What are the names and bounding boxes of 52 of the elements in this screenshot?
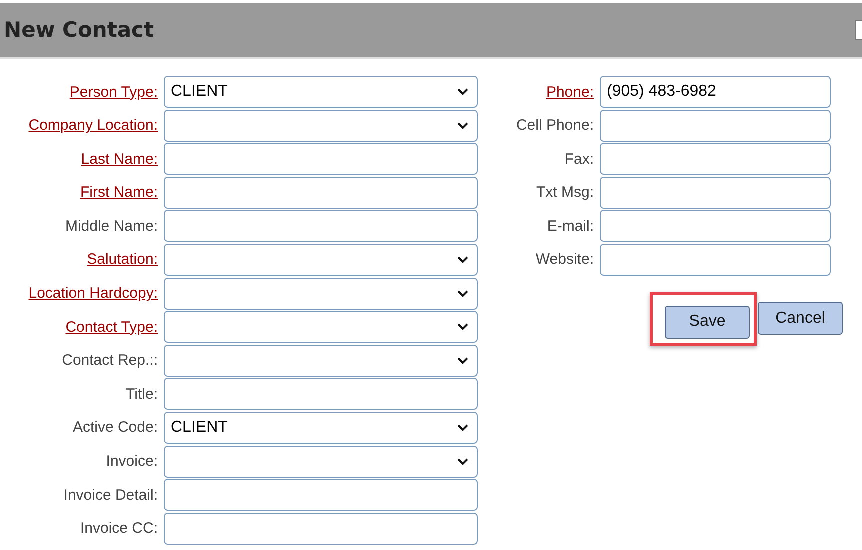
input-field[interactable] xyxy=(164,378,478,410)
field-label-link[interactable]: Location Hardcopy: xyxy=(0,285,158,302)
chevron-down-icon xyxy=(457,424,469,432)
field-label-link[interactable]: Contact Type: xyxy=(0,318,158,336)
field-label-link[interactable]: Last Name: xyxy=(0,150,158,168)
save-button[interactable]: Save xyxy=(665,306,750,339)
dropdown[interactable] xyxy=(164,311,478,344)
field-label-link[interactable]: Person Type: xyxy=(0,84,158,100)
chevron-down-icon xyxy=(457,323,469,332)
field-label-link[interactable]: Phone: xyxy=(478,84,594,100)
dropdown[interactable] xyxy=(164,244,478,276)
input-field[interactable] xyxy=(600,110,831,142)
field-label: Txt Msg: xyxy=(535,184,594,202)
field-label: Cell Phone: xyxy=(515,117,594,134)
checkbox[interactable] xyxy=(855,20,862,40)
field-label: Invoice CC: xyxy=(79,520,158,538)
input-field[interactable]: (905) 483-6982 xyxy=(600,76,831,108)
chevron-down-icon xyxy=(457,122,469,130)
input-field[interactable] xyxy=(164,210,478,242)
field-label: Invoice Detail: xyxy=(62,486,158,504)
dropdown[interactable] xyxy=(164,110,478,142)
input-field[interactable] xyxy=(164,479,478,512)
field-label: Website: xyxy=(534,251,594,268)
field-label: Title: xyxy=(125,386,158,403)
field-label: Invoice: xyxy=(105,453,158,470)
dropdown[interactable] xyxy=(164,344,478,377)
chevron-down-icon xyxy=(457,88,469,96)
field-label-link[interactable]: Company Location: xyxy=(0,117,158,134)
dropdown[interactable]: CLIENT xyxy=(164,76,478,108)
window-title: New Contact xyxy=(3,18,154,42)
input-field[interactable] xyxy=(600,176,831,209)
input-field[interactable] xyxy=(164,176,478,209)
input-field[interactable] xyxy=(600,210,831,242)
field-label: Middle Name: xyxy=(64,218,158,235)
dropdown[interactable] xyxy=(164,278,478,310)
field-label-link[interactable]: Salutation: xyxy=(0,251,158,268)
field-label-link[interactable]: First Name: xyxy=(0,184,158,202)
field-label: Active Code: xyxy=(72,419,158,436)
input-field[interactable] xyxy=(164,512,478,545)
cancel-button[interactable]: Cancel xyxy=(758,302,843,336)
field-label: Contact Rep.:: xyxy=(61,352,158,370)
field-label: E-mail: xyxy=(546,218,594,235)
chevron-down-icon xyxy=(457,458,469,466)
dropdown[interactable] xyxy=(164,446,478,478)
input-field[interactable] xyxy=(600,244,831,276)
chevron-down-icon xyxy=(457,256,469,264)
input-field[interactable] xyxy=(164,143,478,176)
input-field[interactable] xyxy=(600,143,831,176)
chevron-down-icon xyxy=(457,356,469,365)
chevron-down-icon xyxy=(457,290,469,298)
dropdown[interactable]: CLIENT xyxy=(164,412,478,444)
field-label: Fax: xyxy=(564,150,594,168)
